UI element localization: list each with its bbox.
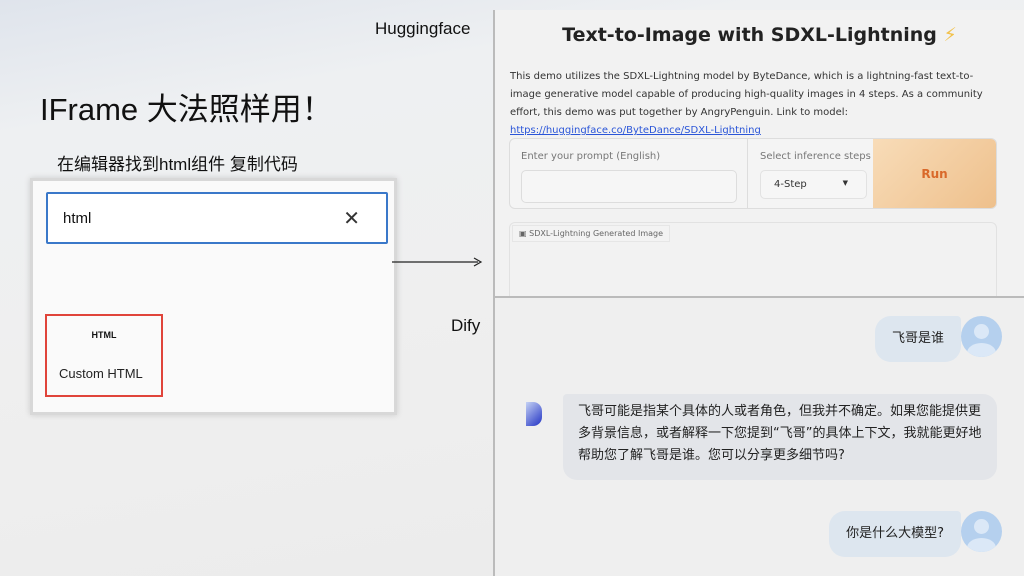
editor-component-panel: html ✕ HTML Custom HTML: [30, 178, 397, 415]
dify-chat-screenshot: 飞哥是谁 飞哥可能是指某个具体的人或者角色，但我并不确定。如果您能提供更多背景信…: [493, 296, 1024, 576]
input-form: Enter your prompt (English) Select infer…: [509, 138, 997, 209]
component-label: Custom HTML: [59, 366, 143, 381]
html-icon: HTML: [91, 330, 117, 340]
dify-bot-avatar: [526, 402, 542, 426]
user-message: 飞哥是谁: [874, 316, 961, 362]
slide-title: IFrame 大法照样用！: [40, 92, 333, 127]
lightning-icon: ⚡: [943, 24, 957, 46]
assistant-message: 飞哥可能是指某个具体的人或者角色，但我并不确定。如果您能提供更多背景信息，或者解…: [563, 394, 997, 480]
arrow-icon: [392, 257, 483, 267]
output-image-area: ▣ SDXL-Lightning Generated Image: [509, 222, 997, 298]
prompt-input[interactable]: [521, 170, 737, 203]
output-label: ▣ SDXL-Lightning Generated Image: [512, 225, 671, 242]
user-avatar: [961, 316, 1002, 357]
model-link[interactable]: https://huggingface.co/ByteDance/SDXL-Li…: [510, 125, 761, 136]
user-message: 你是什么大模型?: [829, 511, 961, 557]
divider: [747, 139, 748, 208]
steps-label: Select inference steps: [760, 151, 871, 162]
search-value: html: [63, 210, 92, 227]
huggingface-app-screenshot: Text-to-Image with SDXL-Lightning ⚡ This…: [493, 10, 1024, 298]
close-icon[interactable]: ✕: [343, 206, 360, 231]
user-avatar: [961, 511, 1002, 552]
run-button[interactable]: Run: [873, 139, 996, 208]
custom-html-component[interactable]: HTML Custom HTML: [45, 314, 163, 397]
huggingface-label: Huggingface: [375, 19, 471, 38]
steps-select[interactable]: 4-Step ▼: [760, 170, 867, 199]
prompt-label: Enter your prompt (English): [521, 151, 661, 162]
slide-subtitle: 在编辑器找到html组件 复制代码: [57, 155, 298, 174]
app-title: Text-to-Image with SDXL-Lightning ⚡: [562, 24, 957, 46]
chevron-down-icon: ▼: [842, 179, 848, 187]
dify-label: Dify: [451, 316, 481, 335]
app-description: This demo utilizes the SDXL-Lightning mo…: [510, 71, 983, 136]
component-search-input[interactable]: html ✕: [46, 192, 388, 244]
